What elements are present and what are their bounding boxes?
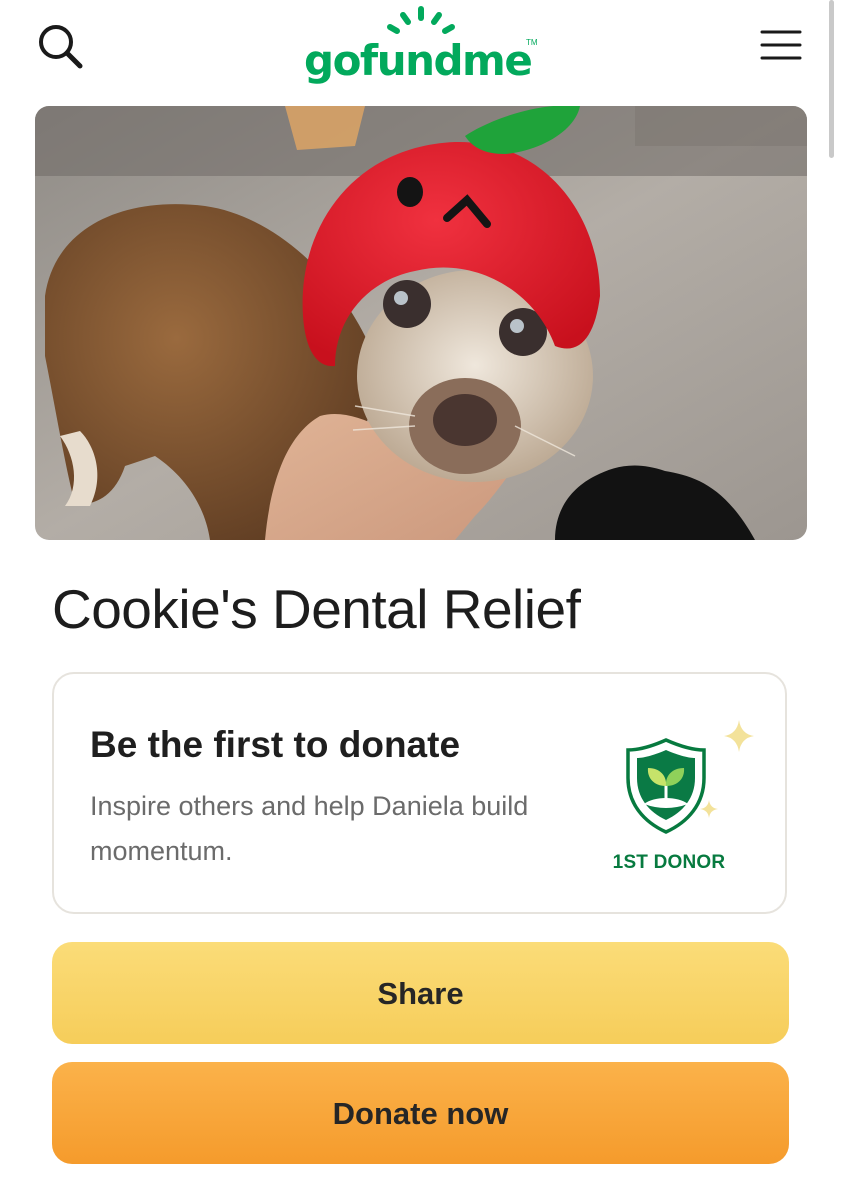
donate-now-button[interactable]: Donate now: [52, 1062, 789, 1164]
campaign-title: Cookie's Dental Relief: [52, 578, 581, 640]
first-donor-subtext: Inspire others and help Daniela build mo…: [90, 791, 529, 866]
dog-in-apple-hat-image: [35, 106, 807, 540]
first-donor-badge: 1ST DONOR: [584, 712, 764, 882]
sparkle-icon-small: [700, 800, 718, 818]
trademark-mark: TM: [526, 38, 538, 47]
gofundme-logo[interactable]: gofundme TM: [304, 4, 544, 86]
scrollbar-thumb[interactable]: [829, 0, 834, 158]
campaign-hero-image[interactable]: [35, 106, 807, 540]
first-donor-badge-label: 1ST DONOR: [612, 852, 726, 873]
first-donor-card[interactable]: Be the first to donate Inspire others an…: [52, 672, 787, 914]
top-nav: gofundme TM: [0, 0, 841, 100]
first-donor-heading: Be the first to donate: [90, 724, 461, 765]
search-button[interactable]: [34, 20, 86, 72]
hamburger-menu-icon: [760, 30, 802, 60]
search-icon: [39, 25, 83, 69]
sparkle-icon: [724, 720, 754, 752]
menu-button[interactable]: [756, 24, 806, 66]
logo-wordmark: gofundme: [304, 36, 533, 85]
shield-sprout-icon: [626, 720, 754, 834]
share-button[interactable]: Share: [52, 942, 789, 1044]
